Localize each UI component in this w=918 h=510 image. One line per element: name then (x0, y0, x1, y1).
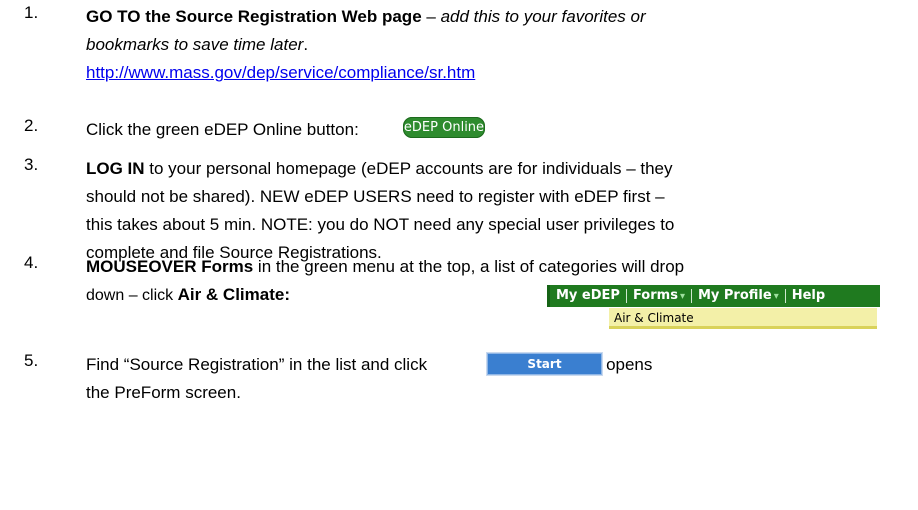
step-2: 2. Click the green eDEP Online button: e… (0, 112, 918, 144)
step-number: 5. (24, 351, 39, 370)
menu-my-edep[interactable]: My eDEP (550, 285, 626, 307)
edep-online-button[interactable]: eDEP Online (403, 117, 485, 138)
step-text: Click the green eDEP Online button: (86, 120, 359, 139)
menu-forms[interactable]: Forms ▾ (627, 285, 691, 308)
menu-my-profile[interactable]: My Profile ▾ (692, 285, 785, 308)
step-heading: MOUSEOVER Forms (86, 257, 254, 276)
forms-dropdown-item-air-climate[interactable]: Air & Climate (609, 308, 877, 329)
menu-help[interactable]: Help (786, 285, 831, 307)
step-number: 1. (24, 3, 39, 22)
chevron-down-icon: ▾ (679, 291, 685, 302)
step-number: 2. (24, 116, 39, 135)
source-registration-link[interactable]: http://www.mass.gov/dep/service/complian… (86, 63, 475, 82)
step-heading: GO TO the Source Registration Web page (86, 7, 422, 26)
step-1: 1. GO TO the Source Registration Web pag… (0, 3, 918, 103)
step-number: 3. (24, 155, 39, 174)
step-number: 4. (24, 253, 39, 272)
step-5: 5. Find “Source Registration” in the lis… (0, 351, 918, 421)
chevron-down-icon: ▾ (773, 291, 779, 302)
edep-menu-bar: My eDEP Forms ▾ My Profile ▾ Help (547, 285, 880, 307)
step-text: GO TO the Source Registration Web page –… (86, 7, 646, 82)
step-heading: LOG IN (86, 159, 145, 178)
start-transaction-button[interactable]: Start Transaction (486, 352, 603, 391)
step-text: LOG IN to your personal homepage (eDEP a… (86, 159, 675, 262)
